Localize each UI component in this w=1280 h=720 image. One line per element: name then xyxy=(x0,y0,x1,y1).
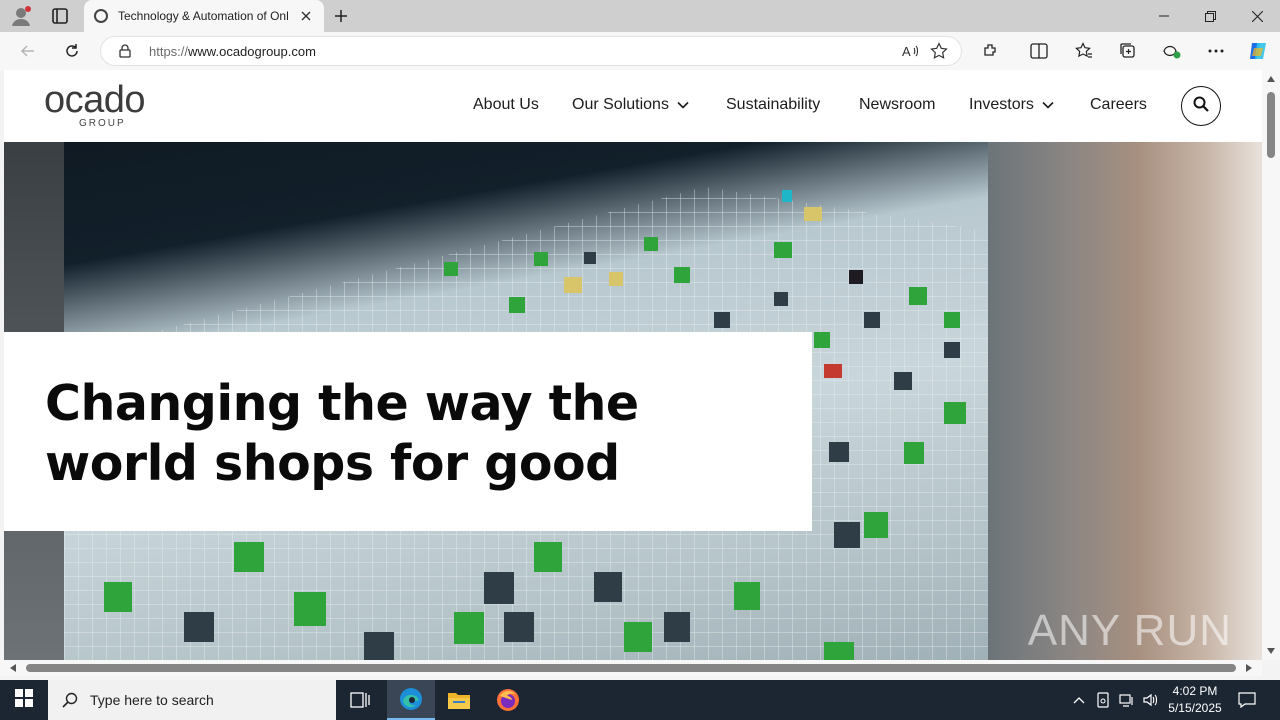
nav-about-us[interactable]: About Us xyxy=(473,96,539,114)
watermark-text: ANY RUN xyxy=(1027,606,1232,655)
ocado-group-logo[interactable]: ocado GROUP xyxy=(44,79,174,130)
start-button[interactable] xyxy=(0,680,48,720)
nav-careers[interactable]: Careers xyxy=(1090,96,1147,114)
address-bar[interactable]: https://www.ocadogroup.com A xyxy=(100,36,962,66)
taskbar-search-box[interactable]: Type here to search xyxy=(48,680,336,720)
clock-date: 5/15/2025 xyxy=(1168,701,1222,715)
url-host: www.ocadogroup.com xyxy=(188,43,316,59)
site-search-button[interactable] xyxy=(1181,86,1221,126)
site-favicon-icon xyxy=(94,9,108,23)
vertical-scrollbar[interactable] xyxy=(1262,70,1280,660)
network-icon[interactable] xyxy=(1116,680,1138,720)
tab-title: Technology & Automation of Onl xyxy=(118,9,289,23)
hero-banner: Changing the way the world shops for goo… xyxy=(4,142,1262,660)
vertical-scroll-thumb[interactable] xyxy=(1267,92,1275,158)
more-options-icon[interactable] xyxy=(1202,38,1230,64)
nav-our-solutions[interactable]: Our Solutions xyxy=(572,96,689,114)
nav-label: Newsroom xyxy=(859,96,936,113)
back-icon[interactable] xyxy=(14,38,42,64)
clock-time: 4:02 PM xyxy=(1172,684,1218,698)
taskbar-search-placeholder: Type here to search xyxy=(90,692,214,708)
logo-word: ocado xyxy=(44,79,146,121)
close-tab-icon[interactable] xyxy=(298,8,314,24)
collections-icon[interactable] xyxy=(1114,38,1142,64)
task-view-icon[interactable] xyxy=(336,680,384,720)
new-tab-icon[interactable] xyxy=(330,5,352,27)
notifications-icon[interactable] xyxy=(1232,680,1262,720)
favorite-star-icon[interactable] xyxy=(925,38,953,64)
hero-heading-card: Changing the way the world shops for goo… xyxy=(4,332,812,531)
copilot-icon[interactable] xyxy=(1244,38,1272,64)
scroll-up-icon[interactable] xyxy=(1267,76,1275,82)
svg-text:A: A xyxy=(902,44,911,59)
url-protocol: https:// xyxy=(149,43,189,59)
horizontal-scroll-thumb[interactable] xyxy=(26,664,1236,672)
scroll-down-icon[interactable] xyxy=(1267,648,1275,654)
browser-titlebar: Technology & Automation of Onl xyxy=(0,0,1280,32)
extensions-icon[interactable] xyxy=(977,38,1005,64)
system-clock[interactable]: 4:02 PM 5/15/2025 xyxy=(1162,683,1228,717)
nav-label: Our Solutions xyxy=(572,96,669,113)
browser-toolbar: https://www.ocadogroup.com A xyxy=(0,32,1280,70)
windows-taskbar: Type here to search 4:02 PM 5/15/2025 xyxy=(0,680,1280,720)
url-text[interactable]: https://www.ocadogroup.com xyxy=(149,44,897,59)
tab-actions-icon[interactable] xyxy=(48,5,72,27)
nav-label: About Us xyxy=(473,96,539,113)
page-viewport: ocado GROUP About Us Our Solutions Susta… xyxy=(4,70,1262,660)
refresh-icon[interactable] xyxy=(58,38,86,64)
hero-heading: Changing the way the world shops for goo… xyxy=(45,375,639,492)
nav-newsroom[interactable]: Newsroom xyxy=(859,96,935,114)
tray-chevron-up-icon[interactable] xyxy=(1068,680,1090,720)
scroll-right-icon[interactable] xyxy=(1246,664,1252,672)
active-tab[interactable]: Technology & Automation of Onl xyxy=(84,0,324,32)
device-icon[interactable] xyxy=(1092,680,1114,720)
nav-investors[interactable]: Investors xyxy=(969,96,1054,114)
scroll-left-icon[interactable] xyxy=(10,664,16,672)
restore-icon[interactable] xyxy=(1187,0,1233,32)
profile-icon[interactable] xyxy=(10,5,32,27)
performance-icon[interactable] xyxy=(1158,38,1186,64)
split-screen-icon[interactable] xyxy=(1025,38,1053,64)
chevron-down-icon xyxy=(1042,99,1054,111)
search-icon xyxy=(62,692,78,708)
volume-icon[interactable] xyxy=(1140,680,1162,720)
horizontal-scrollbar[interactable] xyxy=(0,660,1262,676)
close-window-icon[interactable] xyxy=(1234,0,1280,32)
nav-label: Investors xyxy=(969,96,1034,113)
file-explorer-icon[interactable] xyxy=(435,680,483,720)
favorites-icon[interactable] xyxy=(1070,38,1098,64)
search-icon xyxy=(1193,96,1209,117)
firefox-icon[interactable] xyxy=(484,680,532,720)
logo-subtitle: GROUP xyxy=(79,118,126,129)
minimize-icon[interactable] xyxy=(1141,0,1187,32)
chevron-down-icon xyxy=(677,99,689,111)
site-header: ocado GROUP About Us Our Solutions Susta… xyxy=(4,70,1262,142)
edge-taskbar-icon[interactable] xyxy=(387,680,435,720)
nav-sustainability[interactable]: Sustainability xyxy=(726,96,820,114)
windows-logo-icon xyxy=(15,688,33,712)
nav-label: Sustainability xyxy=(726,96,821,113)
read-aloud-icon[interactable]: A xyxy=(897,38,925,64)
nav-label: Careers xyxy=(1090,96,1147,113)
lock-icon[interactable] xyxy=(117,43,133,59)
hero-background-person xyxy=(988,142,1262,660)
